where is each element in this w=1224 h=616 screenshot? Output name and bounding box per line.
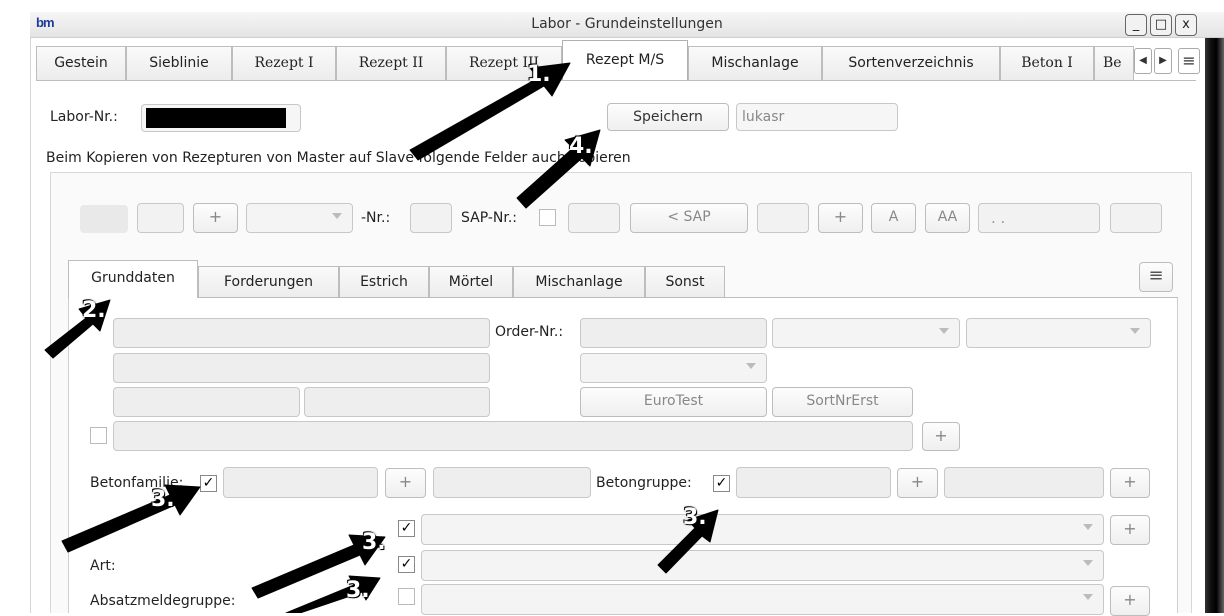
annotation-arrows xyxy=(44,62,719,613)
annotation-label-3c: 3. xyxy=(683,505,707,530)
annotation-label-3b: 3. xyxy=(362,530,386,555)
annotation-label-4: 4. xyxy=(569,134,593,159)
annotation-label-3d: 3. xyxy=(346,578,370,603)
annotation-label-3a: 3. xyxy=(151,487,175,512)
annotation-arrow-3a xyxy=(61,484,201,553)
annotation-label-1: 1. xyxy=(527,62,551,87)
annotation-label-2: 2. xyxy=(82,298,106,323)
